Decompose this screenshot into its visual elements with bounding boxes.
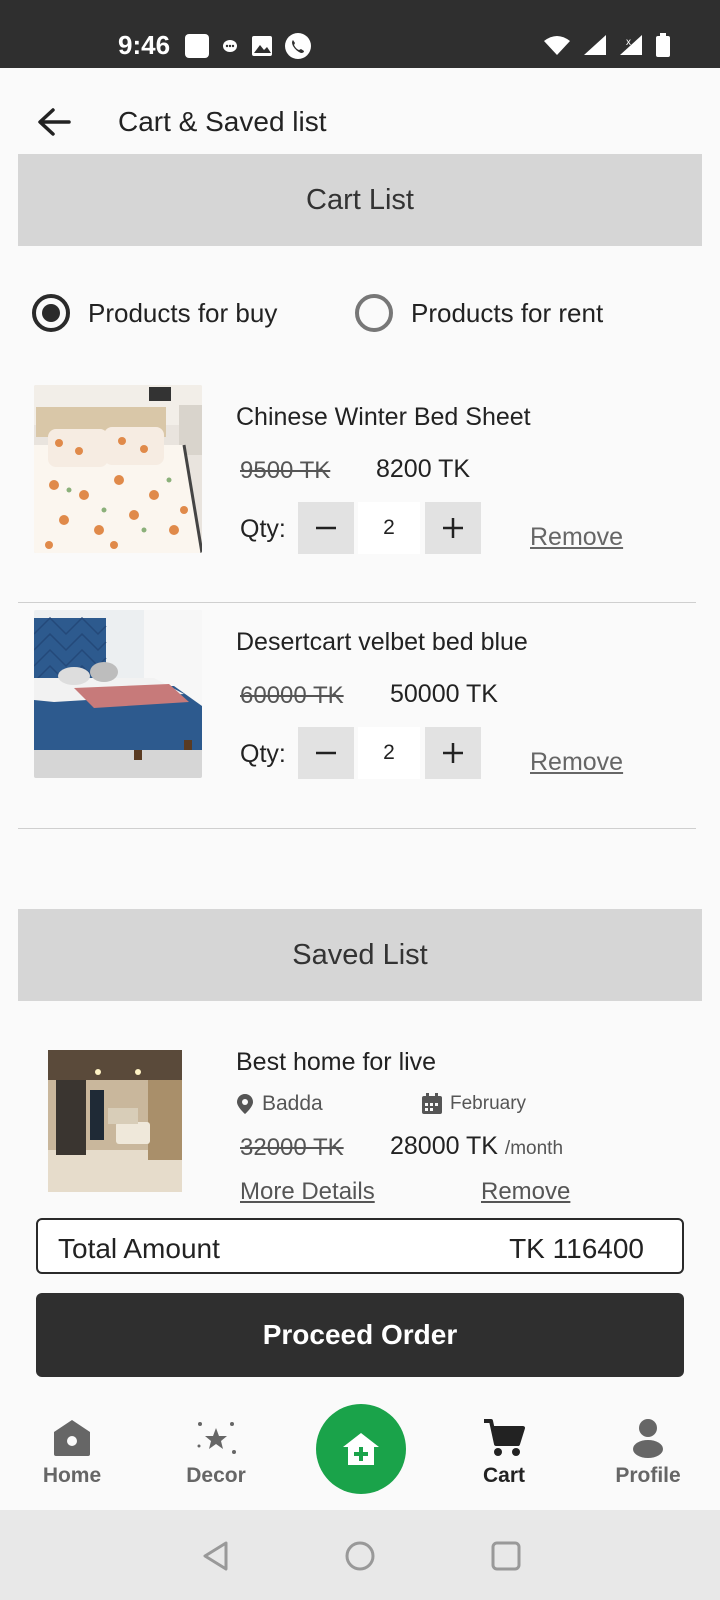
nav-label: Home [42,1464,102,1487]
remove-button[interactable]: Remove [530,523,623,552]
radio-selected-icon [32,294,70,332]
plus-icon [443,518,463,538]
qty-label: Qty: [240,740,286,768]
property-image[interactable] [48,1050,182,1192]
arrow-left-icon [38,108,71,136]
property-name: Best home for live [236,1048,437,1076]
wifi-icon [544,36,570,55]
location-text: Badda [262,1092,323,1115]
remove-saved-button[interactable]: Remove [481,1178,570,1206]
cart-item: Chinese Winter Bed Sheet 9500 TK 8200 TK… [0,385,720,605]
radio-label: Products for buy [88,297,278,328]
plus-icon [443,743,463,763]
increase-qty-button[interactable] [425,727,481,779]
minus-icon [316,526,336,530]
qty-label: Qty: [240,515,286,543]
status-bar: 9:46 x [0,0,720,68]
add-property-button[interactable] [316,1404,406,1494]
radio-unselected-icon [355,294,393,332]
app-header: Cart & Saved list [0,68,720,154]
location-pin-icon [237,1094,253,1114]
triangle-back-icon [203,1541,228,1571]
system-recents-button[interactable] [490,1540,522,1572]
radio-label: Products for rent [411,297,604,328]
phone-call-icon [285,33,311,59]
notification-icons [184,32,312,60]
calendar-icon [422,1093,442,1114]
nav-home[interactable]: Home [17,1418,127,1488]
original-price: 9500 TK [240,457,331,484]
product-image-blue-bed[interactable] [34,610,202,778]
svg-text:x: x [626,37,631,48]
nav-profile[interactable]: Profile [593,1418,703,1488]
qty-value: 2 [358,502,420,554]
bottom-navigation: Home Decor Cart Profile [0,1396,720,1510]
system-back-button[interactable] [200,1540,232,1572]
proceed-order-button[interactable]: Proceed Order [36,1293,684,1377]
gallery-icon [252,36,272,56]
total-amount-box: Total Amount TK 116400 [36,1218,684,1274]
radio-products-for-rent[interactable]: Products for rent [355,294,603,332]
decor-icon [197,1422,236,1454]
system-home-button[interactable] [344,1540,376,1572]
cart-icon [484,1419,525,1456]
product-name: Chinese Winter Bed Sheet [236,403,531,431]
decrease-qty-button[interactable] [298,727,354,779]
nav-label: Profile [615,1464,681,1487]
circle-home-icon [345,1541,375,1571]
product-type-filter: Products for buy Products for rent [0,284,720,344]
decrease-qty-button[interactable] [298,502,354,554]
property-location: Badda [236,1092,323,1116]
nav-label: Cart [482,1464,525,1487]
product-image-bed-sheet[interactable] [34,385,202,553]
total-value: TK 116400 [509,1233,644,1264]
battery-icon [656,33,670,57]
property-date: February [420,1092,526,1116]
original-price: 60000 TK [240,682,344,709]
nav-label: Decor [186,1464,246,1487]
page-title: Cart & Saved list [118,106,327,137]
cart-item: Desertcart velbet bed blue 60000 TK 5000… [0,610,720,830]
app-notification-icon [185,34,209,58]
total-label: Total Amount [58,1233,220,1264]
radio-products-for-buy[interactable]: Products for buy [32,294,277,332]
remove-button[interactable]: Remove [530,748,623,777]
cart-list-header: Cart List [18,154,702,246]
square-recents-icon [491,1541,521,1571]
rent-price: 28000 TK [390,1132,498,1160]
back-button[interactable] [34,102,74,142]
add-home-icon [343,1433,379,1465]
saved-list-header: Saved List [18,909,702,1001]
qty-value: 2 [358,727,420,779]
divider [18,828,696,829]
product-name: Desertcart velbet bed blue [236,628,528,656]
nav-decor[interactable]: Decor [161,1418,271,1488]
profile-icon [633,1419,663,1458]
saved-item: Best home for live Badda February 32000 … [0,1048,720,1208]
home-icon [54,1420,90,1456]
system-status-icons: x [542,32,672,58]
status-time: 9:46 [118,30,171,60]
discounted-price: 8200 TK [376,455,471,483]
increase-qty-button[interactable] [425,502,481,554]
divider [18,602,696,603]
discounted-price: 50000 TK [390,680,498,708]
signal-no-data-icon: x [620,35,642,55]
minus-icon [316,751,336,755]
more-details-link[interactable]: More Details [240,1178,375,1206]
nav-cart[interactable]: Cart [449,1418,559,1488]
date-text: February [450,1093,527,1114]
price-unit: /month [504,1138,564,1159]
system-navigation-bar [0,1510,720,1600]
discounted-price: 28000 TK /month [390,1132,563,1161]
message-icon [223,40,237,52]
original-price: 32000 TK [240,1134,344,1161]
signal-icon [584,35,606,55]
